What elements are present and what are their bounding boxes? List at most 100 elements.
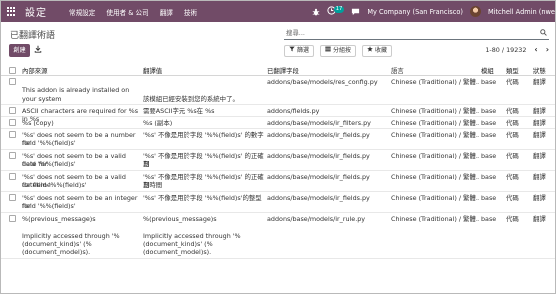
- cell-module: base: [481, 131, 497, 139]
- user-menu[interactable]: Mitchell Admin (nwe: [488, 8, 555, 16]
- cell-status: 翻譯: [533, 194, 546, 202]
- chevron-left-icon[interactable]: ‹: [534, 46, 537, 54]
- download-button[interactable]: [34, 45, 42, 55]
- apps-menu-icon[interactable]: [7, 6, 17, 17]
- debug-bug-icon[interactable]: [312, 8, 320, 16]
- table-header: 內部來源 翻譯值 已翻譯字段 語言 模組 類型 狀態: [1, 65, 555, 76]
- cell-source-line: '%s' does not seem to be a valid datetim…: [22, 173, 126, 190]
- cell-status: 翻譯: [533, 152, 546, 160]
- row-checkbox[interactable]: [9, 131, 16, 138]
- column-header-type[interactable]: 類型: [506, 67, 519, 75]
- column-header-module[interactable]: 模組: [481, 67, 494, 75]
- app-title[interactable]: 設定: [25, 4, 47, 19]
- favorites-label: 收藏: [375, 47, 388, 54]
- cell-source-line: (document_kind)s' (%: [22, 239, 92, 248]
- row-checkbox[interactable]: [9, 119, 16, 126]
- row-checkbox[interactable]: [9, 107, 16, 114]
- cell-value: '%s' 不像是用於字段 '%%(field)s' 的數字: [143, 131, 268, 139]
- table-row[interactable]: ASCII characters are required for %s in …: [1, 105, 555, 124]
- menu-technical[interactable]: 技術: [184, 7, 197, 17]
- table-row[interactable]: %(previous_message)s Implicitly accessed …: [1, 213, 555, 259]
- cell-status: 翻譯: [533, 131, 546, 139]
- column-header-status[interactable]: 狀態: [533, 67, 546, 75]
- cell-source-line: Implicitly accessed through '%: [22, 231, 120, 240]
- filters-button[interactable]: 篩選: [284, 45, 315, 57]
- search-input[interactable]: 搜尋...: [284, 28, 549, 40]
- cell-language: Chinese (Traditional) / 繁體...: [391, 215, 479, 223]
- chevron-right-icon[interactable]: ›: [546, 46, 549, 54]
- cell-type: 代碼: [506, 78, 519, 86]
- cell-value-line: %s (副本): [143, 119, 173, 127]
- cell-source-line: %(previous_message)s: [22, 215, 96, 223]
- cell-module: base: [481, 107, 497, 115]
- cell-field: addons/base/models/res_config.py: [267, 78, 392, 86]
- cell-language: Chinese (Traditional) / 繁體...: [391, 107, 479, 115]
- chat-icon[interactable]: [351, 7, 360, 16]
- pager-value[interactable]: 1-80 / 19232: [485, 46, 526, 54]
- menu-users-companies[interactable]: 使用者 & 公司: [106, 7, 148, 17]
- cell-field: addons/base/models/ir_fields.py: [267, 194, 392, 202]
- cell-field: addons/base/models/ir_fields.py: [267, 173, 392, 181]
- row-checkbox[interactable]: [9, 173, 16, 180]
- cell-source-line: '%s' does not seem to be a number for: [22, 131, 136, 148]
- table-row[interactable]: '%s' does not seem to be a number for fie…: [1, 129, 555, 150]
- select-all-checkbox[interactable]: [9, 67, 16, 74]
- table-row[interactable]: '%s' does not seem to be a valid date fo…: [1, 150, 555, 171]
- filters-label: 篩選: [297, 47, 310, 54]
- row-checkbox[interactable]: [9, 194, 16, 201]
- cell-source-line: [22, 223, 140, 231]
- activity-count-badge: 17: [333, 6, 345, 13]
- menu-translations[interactable]: 翻譯: [160, 7, 173, 17]
- activity-menu[interactable]: 17: [327, 6, 345, 17]
- cell-field: addons/base/models/ir_filters.py: [267, 119, 392, 127]
- column-header-source[interactable]: 內部來源: [22, 67, 140, 75]
- company-switcher[interactable]: My Company (San Francisco): [367, 8, 463, 16]
- cell-source-line: field '%%(field)s': [22, 202, 76, 211]
- systray: 17 My Company (San Francisco) Mitchell A…: [312, 1, 555, 22]
- row-checkbox[interactable]: [9, 215, 16, 222]
- search-options: 篩選 分組按 收藏: [284, 45, 393, 57]
- cell-value: 需要ASCII字元 %s在 %s: [143, 107, 268, 115]
- pager: 1-80 / 19232 ‹ ›: [485, 46, 549, 55]
- cell-module: base: [481, 194, 497, 202]
- favorites-button[interactable]: 收藏: [362, 45, 393, 57]
- column-header-language[interactable]: 語言: [391, 67, 479, 75]
- create-button[interactable]: 創建: [9, 44, 30, 57]
- cell-source-line: field '%%(field)s': [22, 160, 76, 169]
- cell-status: 翻譯: [533, 78, 546, 86]
- cell-source: '%s' does not seem to be a number for fie…: [22, 131, 140, 148]
- cell-value-line: [143, 86, 268, 94]
- cell-field-line: addons/base/models/ir_filters.py: [267, 119, 371, 127]
- cell-type: 代碼: [506, 215, 519, 223]
- cell-type: 代碼: [506, 152, 519, 160]
- table-row[interactable]: '%s' does not seem to be an integer for f…: [1, 192, 555, 213]
- cell-value: %(previous_message)s Implicitly accessed …: [143, 215, 268, 256]
- avatar[interactable]: [469, 6, 481, 17]
- table-row[interactable]: %s (copy) %s (副本) addons/base/models/ir_fi…: [1, 117, 555, 129]
- breadcrumb: 已翻譯術語: [10, 31, 56, 41]
- cell-value-line: '%s' 不像是用於字段 '%%(field)s'的整型: [143, 194, 262, 202]
- menu-general-settings[interactable]: 常規設定: [69, 7, 95, 17]
- search-icon[interactable]: [540, 29, 547, 40]
- cell-value-line: '%s' 不像是用於字段 '%%(field)s' 的正確日: [143, 173, 264, 190]
- cell-source-line: %s (copy): [22, 119, 54, 127]
- cell-source-line: '%s' does not seem to be an integer for: [22, 194, 138, 211]
- cell-type: 代碼: [506, 194, 519, 202]
- table-row[interactable]: This addon is already installed on your …: [1, 76, 555, 105]
- cell-source: '%s' does not seem to be a valid datetim…: [22, 173, 140, 190]
- cell-source-line: [22, 78, 140, 86]
- column-header-field[interactable]: 已翻譯字段: [267, 67, 392, 75]
- cell-field: addons/base/models/ir_fields.py: [267, 131, 392, 139]
- cell-language: Chinese (Traditional) / 繁體...: [391, 119, 479, 127]
- cell-status: 翻譯: [533, 173, 546, 181]
- groupby-button[interactable]: 分組按: [320, 45, 357, 57]
- cell-module: base: [481, 119, 497, 127]
- cell-source-line: '%s' does not seem to be a valid date fo…: [22, 152, 126, 169]
- cell-source-line: ASCII characters are required for %s in …: [22, 107, 139, 124]
- cell-type: 代碼: [506, 131, 519, 139]
- row-checkbox[interactable]: [9, 78, 16, 85]
- table-row[interactable]: '%s' does not seem to be a valid datetim…: [1, 171, 555, 192]
- translations-table: 內部來源 翻譯值 已翻譯字段 語言 模組 類型 狀態 This addon is…: [1, 65, 555, 259]
- row-checkbox[interactable]: [9, 152, 16, 159]
- column-header-value[interactable]: 翻譯值: [143, 67, 268, 75]
